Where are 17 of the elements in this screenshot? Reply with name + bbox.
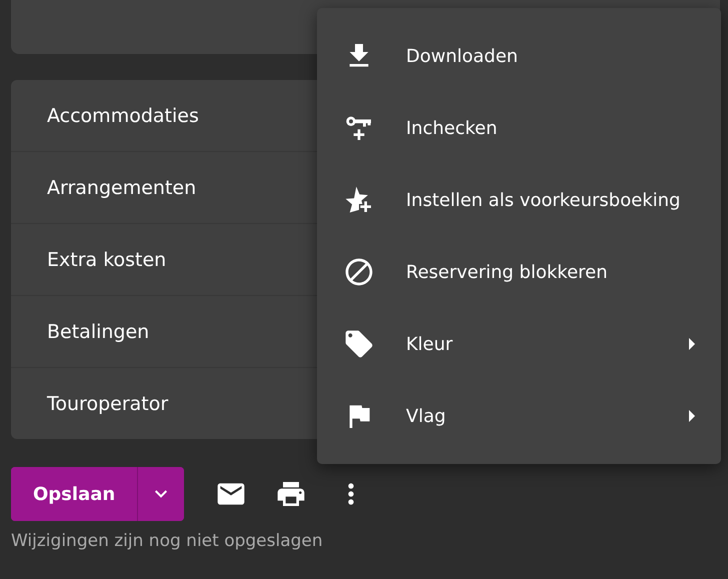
menu-item-label: Instellen als voorkeursboeking	[406, 190, 680, 210]
save-button[interactable]: Opslaan	[11, 467, 138, 521]
menu-item[interactable]: Downloaden	[317, 20, 721, 92]
menu-item[interactable]: Kleur	[317, 308, 721, 380]
menu-item[interactable]: Inchecken	[317, 92, 721, 164]
menu-item[interactable]: Reservering blokkeren	[317, 236, 721, 308]
menu-item-label: Reservering blokkeren	[406, 262, 608, 282]
status-text: Wijzigingen zijn nog niet opgeslagen	[11, 531, 324, 551]
menu-item-label: Inchecken	[406, 118, 498, 138]
menu-item[interactable]: Vlag	[317, 380, 721, 452]
menu-item[interactable]: Instellen als voorkeursboeking	[317, 164, 721, 236]
chevron-down-icon	[155, 490, 168, 498]
block-icon	[343, 256, 375, 288]
menu-item-label: Kleur	[406, 334, 453, 354]
menu-item-label: Downloaden	[406, 46, 518, 66]
menu-item-label: Vlag	[406, 406, 446, 426]
tag-icon	[343, 328, 375, 360]
